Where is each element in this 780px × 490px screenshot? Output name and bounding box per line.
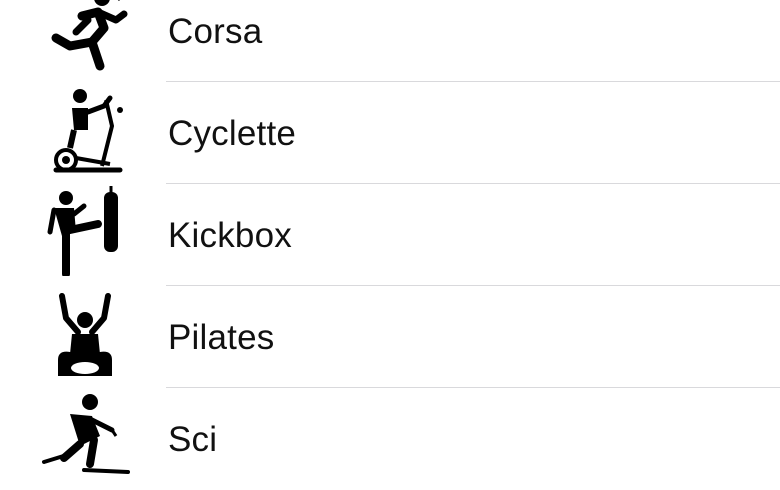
workout-item-sci[interactable]: Sci (0, 388, 780, 490)
kickboxing-icon (40, 186, 130, 276)
workout-label: Sci (168, 420, 218, 459)
workout-item-cyclette[interactable]: Cyclette (0, 82, 780, 184)
workout-label: Corsa (168, 12, 263, 51)
workout-item-pilates[interactable]: Pilates (0, 286, 780, 388)
running-icon (40, 0, 130, 76)
workout-label: Cyclette (168, 114, 297, 153)
workout-item-corsa[interactable]: Corsa (0, 0, 780, 82)
elliptical-bike-icon (40, 86, 130, 176)
workout-list: Corsa Cyclette Kickbox Pilates Sci (0, 0, 780, 474)
workout-label: Pilates (168, 318, 275, 357)
workout-label: Kickbox (168, 216, 292, 255)
skiing-icon (40, 392, 130, 482)
pilates-icon (40, 290, 130, 380)
workout-item-kickbox[interactable]: Kickbox (0, 184, 780, 286)
